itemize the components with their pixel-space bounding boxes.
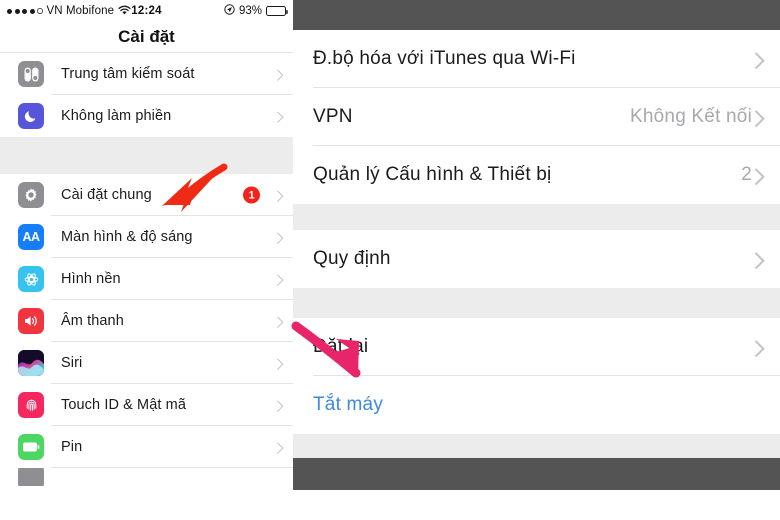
row-label: Quy định	[313, 248, 391, 269]
sidebar-item-battery[interactable]: Pin	[0, 426, 293, 468]
sidebar-item-label: Cài đặt chung	[61, 187, 152, 203]
sidebar-item-general[interactable]: Cài đặt chung 1	[0, 174, 293, 216]
right-phone-panel: Đ.bộ hóa với iTunes qua Wi-Fi VPN Không …	[293, 0, 780, 520]
row-shut-down[interactable]: Tắt máy	[293, 376, 780, 434]
general-settings-group-3: Đặt lại Tắt máy	[293, 318, 780, 434]
chevron-right-icon	[272, 111, 284, 123]
status-bar-right: 93%	[224, 4, 288, 18]
sidebar-item-wallpaper[interactable]: Hình nền	[0, 258, 293, 300]
sidebar-item-label: Âm thanh	[61, 313, 124, 329]
sidebar-item-label: Siri	[61, 355, 83, 371]
section-gap	[293, 288, 780, 318]
section-gap	[293, 434, 780, 458]
sidebar-item-siri[interactable]: Siri	[0, 342, 293, 384]
row-label: Đ.bộ hóa với iTunes qua Wi-Fi	[313, 48, 576, 69]
gear-icon	[18, 182, 44, 208]
control-center-icon	[18, 61, 44, 87]
screenshot-root: VN Mobifone 12:24 93% Cài đặt Trung tâm …	[0, 0, 780, 520]
sidebar-item-do-not-disturb[interactable]: Không làm phiền	[0, 95, 293, 137]
sidebar-item-touch-id[interactable]: Touch ID & Mật mã	[0, 384, 293, 426]
moon-icon	[18, 103, 44, 129]
sidebar-item-display-brightness[interactable]: AA Màn hình & độ sáng	[0, 216, 293, 258]
section-gap	[0, 137, 293, 174]
wifi-icon	[118, 5, 131, 18]
battery-icon	[18, 434, 44, 460]
sidebar-item-label: Touch ID & Mật mã	[61, 397, 186, 413]
battery-icon	[266, 6, 288, 16]
sidebar-item-label: Màn hình & độ sáng	[61, 229, 193, 245]
sidebar-item-sounds[interactable]: Âm thanh	[0, 300, 293, 342]
row-value: Không Kết nối	[630, 106, 752, 127]
signal-strength-icon	[7, 8, 43, 14]
chevron-right-icon	[272, 442, 284, 454]
chevron-right-icon	[272, 69, 284, 81]
chevron-right-icon	[272, 400, 284, 412]
row-vpn[interactable]: VPN Không Kết nối	[293, 88, 780, 146]
general-settings-group-1: Đ.bộ hóa với iTunes qua Wi-Fi VPN Không …	[293, 30, 780, 204]
chevron-right-icon	[272, 274, 284, 286]
sidebar-item-label: Pin	[61, 439, 83, 455]
row-label: Đặt lại	[313, 336, 369, 357]
row-label: Tắt máy	[313, 394, 384, 415]
partial-app-icon	[18, 468, 44, 486]
battery-percent-label: 93%	[238, 5, 262, 17]
chevron-right-icon	[747, 340, 765, 358]
row-label: Quản lý Cấu hình & Thiết bị	[313, 164, 552, 185]
chevron-right-icon	[272, 316, 284, 328]
sidebar-item-label: Hình nền	[61, 271, 121, 287]
fingerprint-icon	[18, 392, 44, 418]
page-title: Cài đặt	[0, 22, 293, 52]
status-bar: VN Mobifone 12:24 93%	[0, 0, 293, 22]
general-settings-group-2: Quy định	[293, 230, 780, 288]
sidebar-item-label: Trung tâm kiểm soát	[61, 66, 195, 82]
row-label: VPN	[313, 106, 353, 127]
speaker-icon	[18, 308, 44, 334]
chevron-right-icon	[747, 52, 765, 70]
top-crop-bar	[293, 0, 780, 30]
chevron-right-icon	[272, 190, 284, 202]
row-profile-device-management[interactable]: Quản lý Cấu hình & Thiết bị 2	[293, 146, 780, 204]
display-brightness-icon: AA	[18, 224, 44, 250]
settings-group-2: Cài đặt chung 1 AA Màn hình & độ sáng Hì…	[0, 174, 293, 486]
sidebar-item-partial[interactable]	[0, 468, 293, 486]
status-badge: 1	[243, 186, 260, 204]
chevron-right-icon	[747, 252, 765, 270]
row-regulatory[interactable]: Quy định	[293, 230, 780, 288]
chevron-right-icon	[272, 358, 284, 370]
left-phone-panel: VN Mobifone 12:24 93% Cài đặt Trung tâm …	[0, 0, 293, 520]
row-itunes-wifi-sync[interactable]: Đ.bộ hóa với iTunes qua Wi-Fi	[293, 30, 780, 88]
siri-icon	[18, 350, 44, 376]
carrier-label: VN Mobifone	[46, 5, 115, 17]
bottom-crop-bar	[293, 458, 780, 490]
sidebar-item-control-center[interactable]: Trung tâm kiểm soát	[0, 53, 293, 95]
section-gap	[293, 204, 780, 230]
sidebar-item-label: Không làm phiền	[61, 108, 172, 124]
row-reset[interactable]: Đặt lại	[293, 318, 780, 376]
wallpaper-icon	[18, 266, 44, 292]
location-arrow-icon	[224, 4, 235, 18]
settings-group-1: Trung tâm kiểm soát Không làm phiền	[0, 53, 293, 137]
status-bar-left: VN Mobifone	[7, 5, 131, 18]
chevron-right-icon	[272, 232, 284, 244]
